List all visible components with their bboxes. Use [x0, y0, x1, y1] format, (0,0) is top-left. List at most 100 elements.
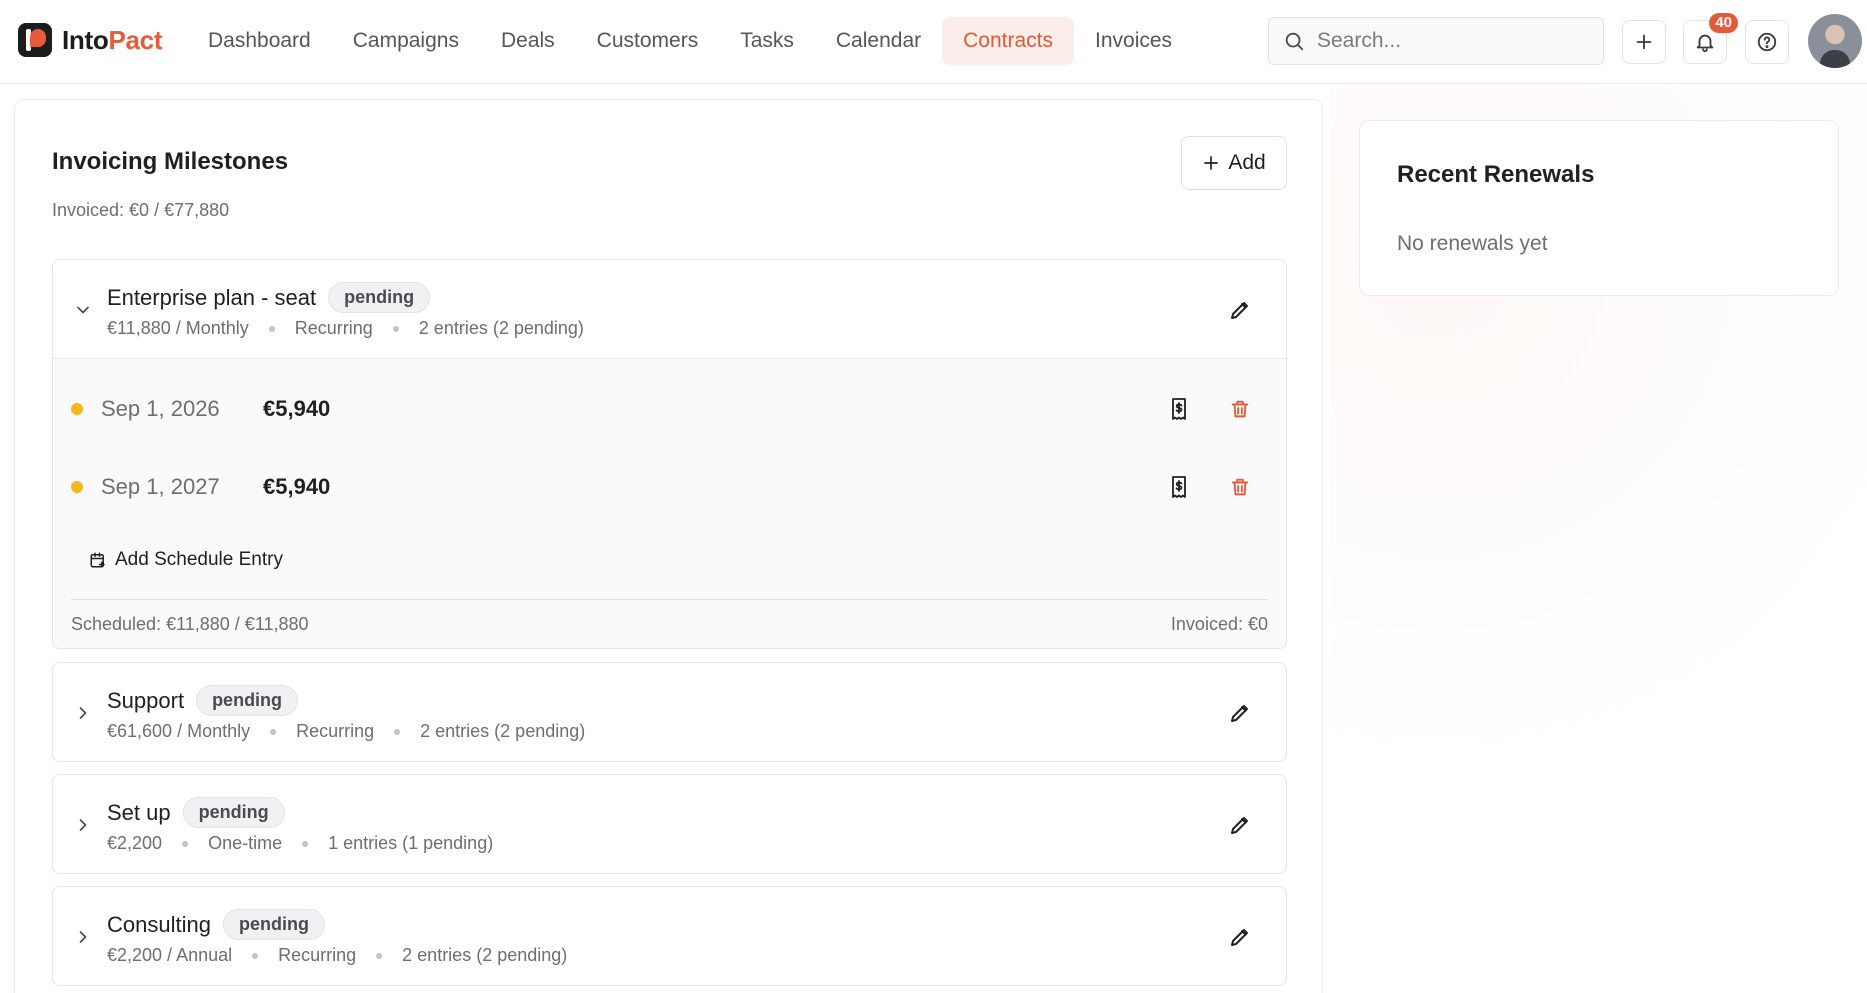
create-button[interactable]	[1622, 20, 1666, 64]
pencil-icon[interactable]	[1228, 298, 1252, 322]
chevron-right-icon[interactable]	[73, 927, 93, 947]
add-milestone-button[interactable]: Add	[1181, 136, 1287, 190]
pencil-icon[interactable]	[1228, 701, 1252, 725]
add-button-label: Add	[1228, 151, 1266, 174]
milestone-item: Consulting pending €2,200 / Annual Recur…	[52, 886, 1287, 986]
pending-status-dot	[71, 403, 83, 415]
bell-icon	[1696, 34, 1714, 53]
schedule-panel: Sep 1, 2026 €5,940 Sep 1, 2027 €5,940 Ad…	[53, 358, 1286, 648]
status-badge: pending	[196, 685, 299, 716]
brand-name-part2: Pact	[108, 24, 163, 55]
milestone-name: Set up pending	[107, 797, 285, 828]
schedule-entry: Sep 1, 2026 €5,940	[53, 389, 1286, 429]
nav-campaigns[interactable]: Campaigns	[332, 17, 480, 65]
add-schedule-entry-label: Add Schedule Entry	[115, 549, 283, 570]
separator-dot	[182, 840, 189, 847]
pencil-icon[interactable]	[1228, 925, 1252, 949]
renewals-title: Recent Renewals	[1397, 161, 1595, 188]
schedule-footer: Scheduled: €11,880 / €11,880 Invoiced: €…	[71, 599, 1268, 648]
milestone-amount: €2,200	[107, 833, 163, 853]
nav-deals[interactable]: Deals	[480, 17, 576, 65]
milestone-title: Consulting	[107, 911, 211, 937]
plus-icon	[1636, 34, 1652, 50]
milestone-name: Enterprise plan - seat pending	[107, 282, 431, 313]
search-icon	[1285, 32, 1304, 51]
milestone-entries: 2 entries (2 pending)	[418, 318, 584, 338]
milestone-kind: Recurring	[278, 945, 357, 965]
top-navigation-bar: IntoPact Dashboard Campaigns Deals Custo…	[0, 0, 1867, 84]
milestone-title: Support	[107, 687, 185, 713]
milestone-kind: Recurring	[294, 318, 373, 338]
user-avatar[interactable]	[1808, 14, 1862, 68]
section-title: Invoicing Milestones	[52, 148, 289, 175]
entry-date: Sep 1, 2027	[101, 474, 220, 499]
status-badge: pending	[328, 282, 431, 313]
milestone-header[interactable]: Consulting pending €2,200 / Annual Recur…	[53, 887, 1286, 985]
milestone-kind: Recurring	[296, 721, 375, 741]
brand-name-part1: Into	[62, 24, 109, 55]
milestone-title: Enterprise plan - seat	[107, 284, 317, 310]
separator-dot	[268, 325, 275, 332]
milestone-entries: 2 entries (2 pending)	[420, 721, 586, 741]
nav-dashboard[interactable]: Dashboard	[187, 17, 332, 65]
scheduled-total: Scheduled: €11,880 / €11,880	[71, 614, 309, 634]
logo-icon	[18, 23, 52, 57]
milestone-item: Set up pending €2,200 One-time 1 entries…	[52, 774, 1287, 874]
entry-amount: €5,940	[263, 396, 331, 421]
separator-dot	[394, 728, 401, 735]
help-button[interactable]	[1745, 20, 1789, 64]
calendar-plus-icon	[90, 552, 105, 568]
milestone-kind: One-time	[208, 833, 283, 853]
milestone-item: Enterprise plan - seat pending €11,880 /…	[52, 259, 1287, 649]
create-invoice-icon[interactable]	[1167, 397, 1191, 421]
renewals-empty-state: No renewals yet	[1397, 232, 1548, 255]
plus-icon	[1204, 156, 1219, 170]
milestone-amount: €2,200 / Annual	[107, 945, 233, 965]
milestone-header[interactable]: Enterprise plan - seat pending €11,880 /…	[53, 260, 1286, 358]
milestone-amount: €11,880 / Monthly	[107, 318, 249, 338]
help-icon	[1757, 32, 1777, 52]
separator-dot	[392, 325, 399, 332]
pencil-icon[interactable]	[1228, 813, 1252, 837]
chevron-down-icon[interactable]	[73, 300, 93, 320]
milestone-meta: €2,200 One-time 1 entries (1 pending)	[107, 833, 493, 854]
recent-renewals-card: Recent Renewals No renewals yet	[1359, 120, 1839, 296]
milestone-item: Support pending €61,600 / Monthly Recurr…	[52, 662, 1287, 762]
nav-tasks[interactable]: Tasks	[719, 17, 815, 65]
create-invoice-icon[interactable]	[1167, 475, 1191, 499]
nav-calendar[interactable]: Calendar	[815, 17, 942, 65]
invoiced-summary: Invoiced: €0 / €77,880	[52, 200, 230, 220]
schedule-entry: Sep 1, 2027 €5,940	[53, 467, 1286, 507]
invoiced-total: Invoiced: €0	[1170, 614, 1268, 634]
main-nav: Dashboard Campaigns Deals Customers Task…	[187, 17, 1193, 65]
brand-logo[interactable]: IntoPact	[18, 23, 162, 57]
separator-dot	[270, 728, 277, 735]
nav-invoices[interactable]: Invoices	[1074, 17, 1193, 65]
nav-customers[interactable]: Customers	[576, 17, 720, 65]
separator-dot	[302, 840, 309, 847]
milestone-entries: 1 entries (1 pending)	[328, 833, 494, 853]
pending-status-dot	[71, 481, 83, 493]
trash-icon[interactable]	[1229, 476, 1251, 498]
brand-name: IntoPact	[62, 25, 162, 56]
notification-count-badge: 40	[1709, 13, 1738, 33]
milestone-header[interactable]: Set up pending €2,200 One-time 1 entries…	[53, 775, 1286, 873]
trash-icon[interactable]	[1229, 398, 1251, 420]
milestone-name: Support pending	[107, 685, 299, 716]
status-badge: pending	[222, 909, 325, 940]
search-box[interactable]	[1268, 17, 1604, 65]
separator-dot	[376, 952, 383, 959]
chevron-right-icon[interactable]	[73, 703, 93, 723]
notifications-button[interactable]: 40	[1683, 13, 1738, 64]
add-schedule-entry-button[interactable]: Add Schedule Entry	[89, 549, 283, 571]
milestone-title: Set up	[107, 799, 171, 825]
milestone-amount: €61,600 / Monthly	[107, 721, 251, 741]
invoicing-milestones-card: Invoicing Milestones Invoiced: €0 / €77,…	[14, 99, 1323, 993]
milestone-header[interactable]: Support pending €61,600 / Monthly Recurr…	[53, 663, 1286, 761]
chevron-right-icon[interactable]	[73, 815, 93, 835]
search-input[interactable]	[1317, 29, 1587, 53]
separator-dot	[252, 952, 259, 959]
entry-amount: €5,940	[263, 474, 331, 499]
milestone-name: Consulting pending	[107, 909, 325, 940]
nav-contracts[interactable]: Contracts	[942, 17, 1074, 65]
